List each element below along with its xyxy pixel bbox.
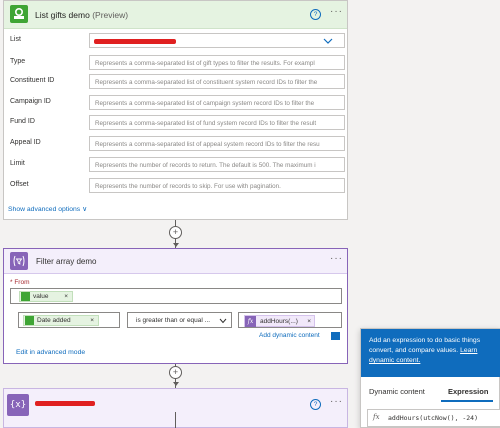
more-options-icon[interactable]: ··· <box>330 253 343 264</box>
blackbaud-app-icon <box>25 316 34 325</box>
help-icon[interactable]: ? <box>310 9 321 20</box>
limit-input[interactable]: Represents the number of records to retu… <box>89 157 345 172</box>
list-dropdown[interactable] <box>89 33 345 48</box>
expression-input[interactable]: fx addHours(utcNow(), -24) <box>367 409 500 427</box>
operator-dropdown[interactable]: is greater than or equal ... <box>127 312 232 328</box>
field-label-list: List <box>10 36 21 43</box>
dynamic-content-popup: Add an expression to do basic things con… <box>360 328 500 428</box>
constituent-id-input[interactable]: Represents a comma-separated list of con… <box>89 74 345 89</box>
variable-icon: {x} <box>7 394 29 416</box>
card-title: Filter array demo <box>36 257 97 266</box>
filter-array-icon <box>10 252 28 270</box>
blackbaud-app-icon <box>10 5 28 23</box>
from-input[interactable]: value × <box>10 288 342 304</box>
field-label-campaign-id: Campaign ID <box>10 98 51 105</box>
tab-expression[interactable]: Expression <box>448 387 488 396</box>
popup-info-banner: Add an expression to do basic things con… <box>361 329 500 377</box>
field-label-appeal-id: Appeal ID <box>10 139 41 146</box>
arrow-down-icon <box>173 382 179 386</box>
redacted-title <box>35 401 95 406</box>
value-token[interactable]: value × <box>19 291 73 302</box>
list-gifts-card: List gifts demo (Preview) ? ··· List Typ… <box>3 0 348 220</box>
field-label-fund-id: Fund ID <box>10 118 35 125</box>
redacted-value <box>94 39 176 44</box>
insert-step-button[interactable]: + <box>169 226 182 239</box>
card-title: List gifts demo (Preview) <box>35 10 129 20</box>
campaign-id-input[interactable]: Represents a comma-separated list of cam… <box>89 95 345 110</box>
type-input[interactable]: Represents a comma-separated list of gif… <box>89 55 345 70</box>
appeal-id-input[interactable]: Represents a comma-separated list of app… <box>89 136 345 151</box>
card-header[interactable]: List gifts demo (Preview) ? ··· <box>4 1 347 29</box>
remove-token-icon[interactable]: × <box>90 316 94 326</box>
condition-right-input[interactable]: fx addHours(...) × <box>238 312 342 328</box>
more-options-icon[interactable]: ··· <box>330 6 343 17</box>
help-icon[interactable]: ? <box>310 399 321 410</box>
date-added-token[interactable]: Date added × <box>23 315 99 326</box>
dynamic-content-link[interactable]: dynamic content. <box>369 357 420 364</box>
learn-more-link[interactable]: Learn <box>460 347 477 354</box>
condition-left-input[interactable]: Date added × <box>18 312 120 328</box>
remove-token-icon[interactable]: × <box>64 292 68 302</box>
field-label-limit: Limit <box>10 160 25 167</box>
connector-line <box>175 412 176 428</box>
offset-input[interactable]: Represents the number of records to skip… <box>89 178 345 193</box>
show-advanced-options-link[interactable]: Show advanced options ∨ <box>8 205 87 213</box>
active-tab-indicator <box>441 400 493 402</box>
edit-in-advanced-mode-link[interactable]: Edit in advanced mode <box>16 349 85 356</box>
insert-step-button[interactable]: + <box>169 366 182 379</box>
card-header[interactable]: Filter array demo ··· <box>4 249 347 274</box>
arrow-down-icon <box>173 243 179 247</box>
filter-array-card: Filter array demo ··· * From value × Dat… <box>3 248 348 364</box>
fx-icon: fx <box>373 413 380 421</box>
chevron-down-icon: ∨ <box>82 206 88 213</box>
more-options-icon[interactable]: ··· <box>330 396 343 407</box>
fund-id-input[interactable]: Represents a comma-separated list of fun… <box>89 115 345 130</box>
field-label-constituent-id: Constituent ID <box>10 77 55 84</box>
field-label-type: Type <box>10 58 26 65</box>
addhours-expression-token[interactable]: fx addHours(...) × <box>244 315 315 327</box>
add-dynamic-content-link[interactable]: Add dynamic content <box>259 332 320 339</box>
field-label-offset: Offset <box>10 181 29 188</box>
chevron-down-icon <box>323 38 333 44</box>
remove-token-icon[interactable]: × <box>307 316 311 327</box>
tab-dynamic-content[interactable]: Dynamic content <box>369 387 425 396</box>
from-label: * From <box>10 279 30 286</box>
fx-icon: fx <box>245 316 256 327</box>
blackbaud-app-icon <box>21 292 30 301</box>
dynamic-content-icon[interactable] <box>331 332 340 340</box>
chevron-down-icon <box>219 318 227 324</box>
